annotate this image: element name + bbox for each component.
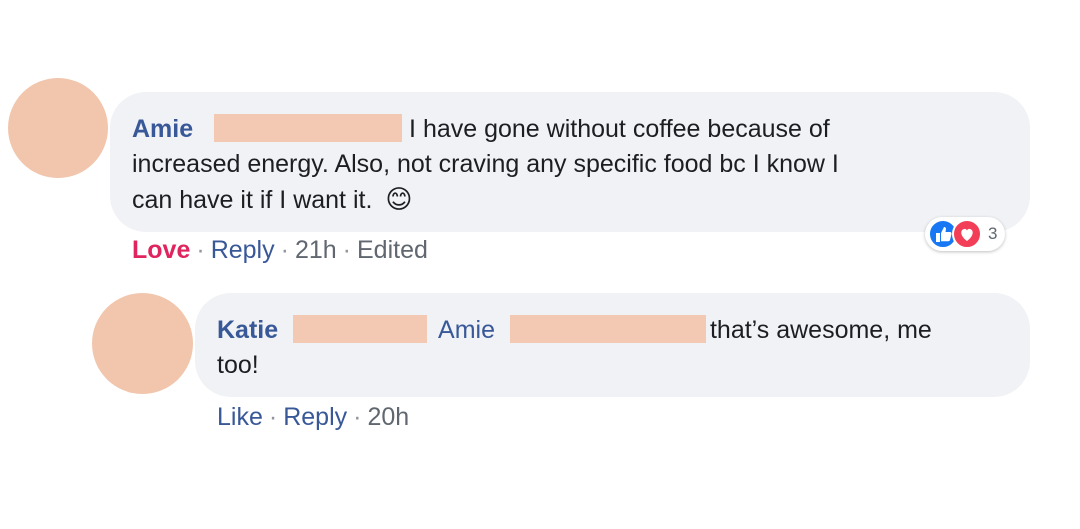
like-button[interactable]: Like: [217, 403, 263, 431]
reactions-summary[interactable]: 3: [925, 217, 1006, 251]
comment-text-line: can have it if I want it.: [132, 186, 373, 214]
reply-author[interactable]: Katie: [217, 316, 278, 344]
love-reaction-button[interactable]: Love: [132, 236, 190, 264]
reply-button[interactable]: Reply: [283, 403, 347, 431]
avatar[interactable]: [8, 78, 108, 178]
comment-actions: Love · Reply · 21h · Edited: [132, 236, 428, 265]
separator: ·: [342, 236, 351, 264]
reply-bubble: Katie Amie that’s awesome, me too!: [195, 293, 1030, 397]
comment-author[interactable]: Amie: [132, 115, 193, 143]
redacted-name: [293, 315, 428, 343]
smiling-face-emoji: 😊: [385, 184, 413, 214]
separator: ·: [280, 236, 289, 264]
edited-label[interactable]: Edited: [357, 236, 428, 264]
separator: ·: [353, 403, 362, 431]
comment-bubble: Amie I have gone without coffee because …: [110, 92, 1030, 232]
separator: ·: [268, 403, 278, 431]
love-icon: [952, 219, 982, 249]
comment-text-line: increased energy. Also, not craving any …: [132, 150, 839, 178]
reply-actions: Like · Reply · 20h: [217, 403, 409, 432]
timestamp[interactable]: 21h: [295, 236, 337, 264]
reply-text-line: that’s awesome, me: [709, 316, 932, 344]
mention-link[interactable]: Amie: [438, 316, 495, 344]
reply-text-line: too!: [217, 351, 259, 379]
avatar[interactable]: [92, 293, 193, 394]
reply-button[interactable]: Reply: [211, 236, 275, 264]
redacted-name: [214, 114, 403, 142]
timestamp[interactable]: 20h: [367, 403, 409, 431]
reaction-count[interactable]: 3: [988, 224, 997, 244]
redacted-name: [509, 315, 706, 343]
comment-text-line: I have gone without coffee because of: [409, 115, 830, 143]
separator: ·: [196, 236, 205, 264]
